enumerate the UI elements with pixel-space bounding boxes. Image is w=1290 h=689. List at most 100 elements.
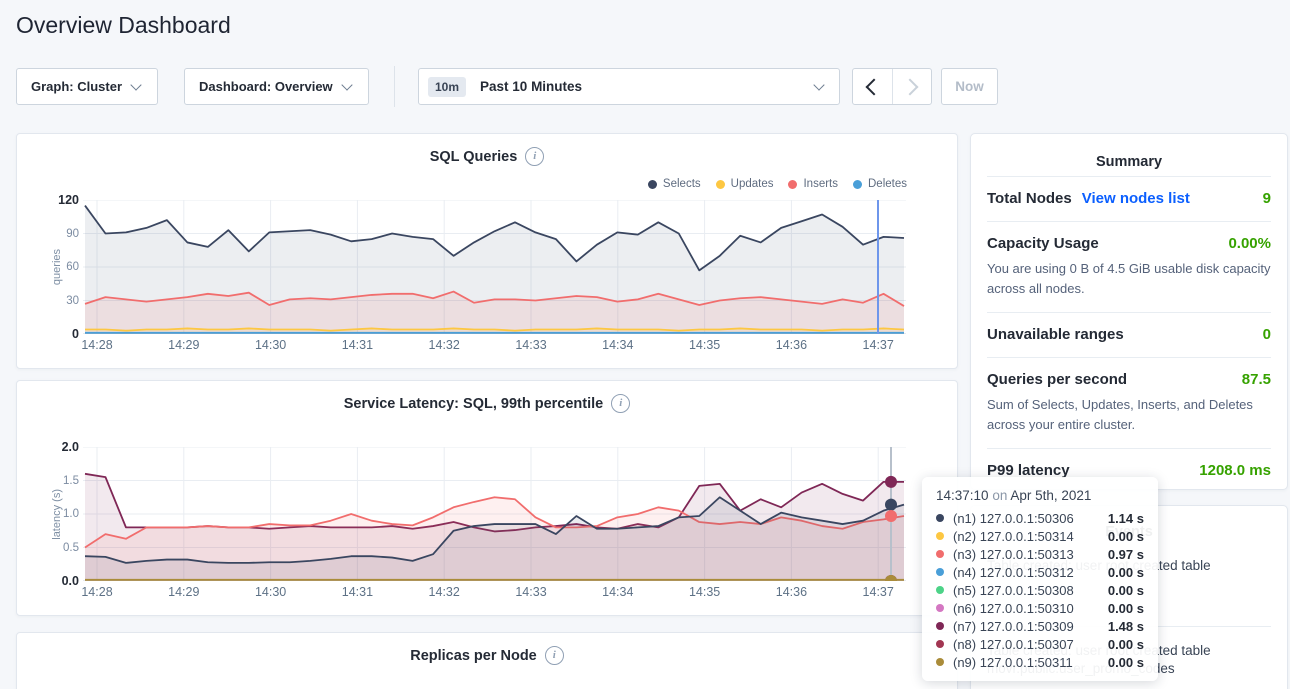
y-tick-label: 30 — [66, 294, 79, 308]
chevron-left-icon — [866, 78, 883, 95]
tooltip-node-label: (n1) 127.0.0.1:50306 — [953, 511, 1074, 526]
sql-y-axis: 0306090120 — [33, 200, 79, 334]
sql-queries-chart[interactable] — [83, 200, 906, 334]
x-tick-label: 14:28 — [67, 585, 127, 599]
tooltip-node-label: (n8) 127.0.0.1:50307 — [953, 637, 1074, 652]
x-tick-label: 14:30 — [241, 585, 301, 599]
total-nodes-value: 9 — [1263, 190, 1271, 207]
time-nav-group — [852, 68, 932, 105]
capacity-usage-label: Capacity Usage — [987, 235, 1099, 252]
info-icon[interactable]: i — [545, 646, 564, 665]
tooltip-node-value: 1.14 s — [1108, 511, 1144, 526]
x-tick-label: 14:31 — [327, 585, 387, 599]
legend-item-selects[interactable]: Selects — [648, 178, 701, 190]
time-range-picker[interactable]: 10m Past 10 Minutes — [418, 68, 840, 105]
series-dot-icon — [936, 514, 944, 522]
x-tick-label: 14:29 — [154, 585, 214, 599]
legend-label: Inserts — [803, 178, 838, 190]
qps-value: 87.5 — [1242, 371, 1271, 388]
x-tick-label: 14:35 — [675, 585, 735, 599]
x-tick-label: 14:30 — [241, 338, 301, 352]
latency-y-axis: 0.00.51.01.52.0 — [33, 447, 79, 581]
x-tick-label: 14:36 — [761, 338, 821, 352]
sql-queries-title-row: SQL Queries i — [17, 134, 957, 166]
legend-item-updates[interactable]: Updates — [716, 178, 774, 190]
dashboard-dropdown[interactable]: Dashboard: Overview — [184, 68, 369, 105]
tooltip-node-value: 0.00 s — [1108, 565, 1144, 580]
service-latency-chart[interactable] — [83, 447, 906, 581]
time-prev-button[interactable] — [853, 69, 892, 104]
qps-label: Queries per second — [987, 371, 1127, 388]
info-icon[interactable]: i — [525, 147, 544, 166]
series-dot-icon — [936, 532, 944, 540]
y-tick-label: 60 — [66, 260, 79, 274]
series-dot-icon — [936, 550, 944, 558]
legend-dot-icon — [853, 180, 862, 189]
latency-x-axis: 14:2814:2914:3014:3114:3214:3314:3414:35… — [83, 585, 906, 601]
chevron-down-icon — [813, 79, 824, 90]
graph-dropdown[interactable]: Graph: Cluster — [16, 68, 158, 105]
summary-title: Summary — [987, 134, 1271, 176]
chart-tooltip: 14:37:10 on Apr 5th, 2021 (n1) 127.0.0.1… — [922, 477, 1158, 681]
info-icon[interactable]: i — [611, 394, 630, 413]
y-tick-label: 2.0 — [62, 440, 79, 454]
tooltip-node-label: (n5) 127.0.0.1:50308 — [953, 583, 1074, 598]
legend-dot-icon — [716, 180, 725, 189]
x-tick-label: 14:28 — [67, 338, 127, 352]
tooltip-node-row: (n6) 127.0.0.1:50310 0.00 s — [922, 599, 1158, 617]
y-tick-label: 0.5 — [63, 541, 79, 555]
series-dot-icon — [936, 658, 944, 666]
chevron-down-icon — [341, 79, 352, 90]
tooltip-node-label: (n7) 127.0.0.1:50309 — [953, 619, 1074, 634]
tooltip-node-row: (n4) 127.0.0.1:503120.00 s — [922, 563, 1158, 581]
legend-dot-icon — [788, 180, 797, 189]
chart-legend: Selects Updates Inserts Deletes — [648, 178, 907, 190]
y-tick-label: 90 — [66, 227, 79, 241]
tooltip-timestamp: 14:37:10 on Apr 5th, 2021 — [922, 488, 1158, 509]
x-tick-label: 14:31 — [327, 338, 387, 352]
legend-item-inserts[interactable]: Inserts — [788, 178, 838, 190]
replicas-title-row: Replicas per Node i — [17, 633, 957, 665]
summary-panel: Summary Total Nodes View nodes list 9 Ca… — [970, 133, 1288, 490]
y-tick-label: 120 — [58, 193, 79, 207]
tooltip-node-row: (n2) 127.0.0.1:503140.00 s — [922, 527, 1158, 545]
time-range-label: Past 10 Minutes — [480, 79, 582, 94]
tooltip-node-value: 1.48 s — [1108, 619, 1144, 634]
legend-dot-icon — [648, 180, 657, 189]
tooltip-node-label: (n9) 127.0.0.1:50311 — [953, 655, 1073, 670]
tooltip-node-label: (n6) 127.0.0.1:50310 — [953, 601, 1074, 616]
time-range-badge: 10m — [428, 77, 466, 97]
x-tick-label: 14:34 — [588, 338, 648, 352]
x-tick-label: 14:37 — [848, 338, 908, 352]
tooltip-node-row: (n9) 127.0.0.1:50311 0.00 s — [922, 653, 1158, 671]
y-tick-label: 1.5 — [63, 474, 79, 488]
legend-item-deletes[interactable]: Deletes — [853, 178, 907, 190]
series-dot-icon — [936, 622, 944, 630]
p99-latency-value: 1208.0 ms — [1199, 462, 1271, 479]
dashboard-dropdown-label: Dashboard: Overview — [199, 79, 333, 94]
chevron-right-icon — [901, 78, 918, 95]
summary-row-total-nodes: Total Nodes View nodes list 9 — [987, 176, 1271, 221]
overview-dashboard-page: Overview Dashboard Graph: Cluster Dashbo… — [0, 0, 1290, 689]
x-tick-label: 14:32 — [414, 338, 474, 352]
sql-queries-title: SQL Queries — [430, 149, 518, 165]
now-button[interactable]: Now — [941, 68, 998, 105]
tooltip-node-value: 0.00 s — [1108, 655, 1144, 670]
tooltip-node-value: 0.00 s — [1108, 583, 1144, 598]
series-dot-icon — [936, 640, 944, 648]
service-latency-title: Service Latency: SQL, 99th percentile — [344, 396, 604, 412]
summary-row-capacity: Capacity Usage 0.00% You are using 0 B o… — [987, 221, 1271, 312]
legend-label: Deletes — [868, 178, 907, 190]
chevron-down-icon — [130, 79, 141, 90]
series-dot-icon — [936, 568, 944, 576]
x-tick-label: 14:33 — [501, 585, 561, 599]
y-tick-label: 1.0 — [63, 507, 79, 521]
controls-divider — [394, 66, 395, 107]
time-next-button[interactable] — [892, 69, 932, 104]
tooltip-node-value: 0.00 s — [1108, 601, 1144, 616]
tooltip-node-row: (n7) 127.0.0.1:50309 1.48 s — [922, 617, 1158, 635]
tooltip-node-value: 0.97 s — [1108, 547, 1144, 562]
replicas-per-node-panel: Replicas per Node i — [16, 632, 958, 689]
view-nodes-list-link[interactable]: View nodes list — [1082, 190, 1190, 207]
tooltip-node-label: (n2) 127.0.0.1:50314 — [953, 529, 1074, 544]
